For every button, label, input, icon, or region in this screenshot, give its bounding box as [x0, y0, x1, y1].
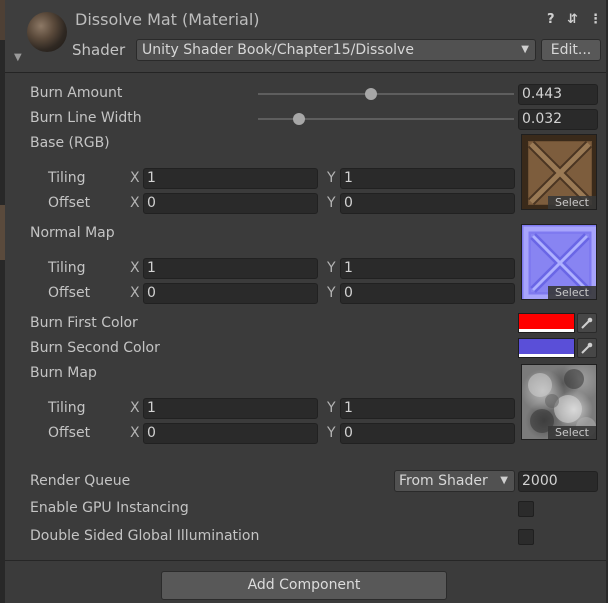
- burn-map-tiling-x-field[interactable]: 1: [143, 398, 318, 419]
- shader-dropdown[interactable]: Unity Shader Book/Chapter15/Dissolve ▼: [136, 39, 536, 61]
- burn-map-offset-x-label: X: [130, 425, 140, 441]
- base-tiling-label: Tiling: [48, 170, 86, 186]
- burn-map-offset-label: Offset: [48, 425, 91, 441]
- burn-second-color-label: Burn Second Color: [30, 340, 160, 356]
- burn-map-offset-y-label: Y: [327, 425, 336, 441]
- burn-map-slot[interactable]: Select: [521, 364, 597, 440]
- normal-map-tiling-label: Tiling: [48, 260, 86, 276]
- burn-map-tiling-label: Tiling: [48, 400, 86, 416]
- normal-map-tiling-y-label: Y: [327, 260, 336, 276]
- burn-map-tiling-y-label: Y: [327, 400, 336, 416]
- base-texture-label: Base (RGB): [30, 135, 110, 151]
- burn-map-select-button[interactable]: Select: [548, 426, 596, 439]
- chevron-down-icon: ▼: [521, 44, 529, 55]
- foldout-arrow-icon[interactable]: ▼: [14, 52, 22, 63]
- eyedropper-icon[interactable]: [577, 338, 597, 358]
- base-select-button[interactable]: Select: [548, 196, 596, 209]
- burn-map-tiling-x-label: X: [130, 400, 140, 416]
- normal-map-offset-label: Offset: [48, 285, 91, 301]
- divider: [5, 560, 606, 561]
- base-offset-x-field[interactable]: 0: [143, 193, 318, 214]
- burn-amount-slider-thumb[interactable]: [365, 88, 378, 100]
- material-header: ▼ Dissolve Mat (Material) ? ⇵ ⋮ Shader U…: [5, 0, 606, 73]
- material-title: Dissolve Mat (Material): [75, 10, 260, 29]
- burn-first-color-swatch[interactable]: [518, 313, 575, 333]
- burn-line-width-field[interactable]: 0.032: [518, 109, 598, 130]
- render-queue-field[interactable]: 2000: [518, 471, 598, 492]
- base-tiling-x-label: X: [130, 170, 140, 186]
- normal-map-tiling-y-field[interactable]: 1: [340, 258, 515, 279]
- normal-map-offset-x-field[interactable]: 0: [143, 283, 318, 304]
- burn-second-color-swatch[interactable]: [518, 338, 575, 358]
- base-offset-label: Offset: [48, 195, 91, 211]
- render-queue-dropdown[interactable]: From Shader ▼: [394, 470, 515, 492]
- normal-map-tiling-x-label: X: [130, 260, 140, 276]
- left-panel-edge: [0, 0, 5, 603]
- base-offset-y-label: Y: [327, 195, 336, 211]
- base-tiling-x-field[interactable]: 1: [143, 168, 318, 189]
- base-offset-x-label: X: [130, 195, 140, 211]
- burn-amount-field[interactable]: 0.443: [518, 84, 598, 105]
- render-queue-label: Render Queue: [30, 473, 131, 489]
- burn-line-width-label: Burn Line Width: [30, 110, 142, 126]
- shader-label: Shader: [72, 41, 126, 59]
- gpu-instancing-checkbox[interactable]: [518, 501, 534, 517]
- chevron-down-icon: ▼: [500, 475, 508, 486]
- add-component-button[interactable]: Add Component: [161, 571, 447, 600]
- material-preview-icon: [27, 12, 67, 52]
- shader-dropdown-value: Unity Shader Book/Chapter15/Dissolve: [142, 42, 414, 58]
- burn-map-offset-x-field[interactable]: 0: [143, 423, 318, 444]
- burn-amount-slider-track[interactable]: [258, 93, 514, 95]
- normal-map-label: Normal Map: [30, 225, 115, 241]
- burn-map-offset-y-field[interactable]: 0: [340, 423, 515, 444]
- burn-amount-label: Burn Amount: [30, 85, 123, 101]
- burn-map-tiling-y-field[interactable]: 1: [340, 398, 515, 419]
- normal-map-offset-y-label: Y: [327, 285, 336, 301]
- normal-map-select-button[interactable]: Select: [548, 286, 596, 299]
- base-offset-y-field[interactable]: 0: [340, 193, 515, 214]
- preset-icon[interactable]: ⇵: [567, 12, 578, 27]
- base-texture-slot[interactable]: Select: [521, 134, 597, 210]
- normal-map-offset-y-field[interactable]: 0: [340, 283, 515, 304]
- base-tiling-y-field[interactable]: 1: [340, 168, 515, 189]
- more-icon[interactable]: ⋮: [589, 12, 602, 27]
- gpu-instancing-label: Enable GPU Instancing: [30, 500, 189, 516]
- normal-map-slot[interactable]: Select: [521, 224, 597, 300]
- render-queue-mode: From Shader: [399, 473, 488, 489]
- help-icon[interactable]: ?: [547, 12, 555, 27]
- burn-line-width-slider-thumb[interactable]: [292, 113, 305, 125]
- edit-shader-button[interactable]: Edit...: [541, 39, 601, 61]
- double-sided-gi-checkbox[interactable]: [518, 529, 534, 545]
- burn-first-color-label: Burn First Color: [30, 315, 138, 331]
- double-sided-gi-label: Double Sided Global Illumination: [30, 528, 260, 544]
- base-tiling-y-label: Y: [327, 170, 336, 186]
- normal-map-offset-x-label: X: [130, 285, 140, 301]
- normal-map-tiling-x-field[interactable]: 1: [143, 258, 318, 279]
- eyedropper-icon[interactable]: [577, 313, 597, 333]
- burn-map-label: Burn Map: [30, 365, 97, 381]
